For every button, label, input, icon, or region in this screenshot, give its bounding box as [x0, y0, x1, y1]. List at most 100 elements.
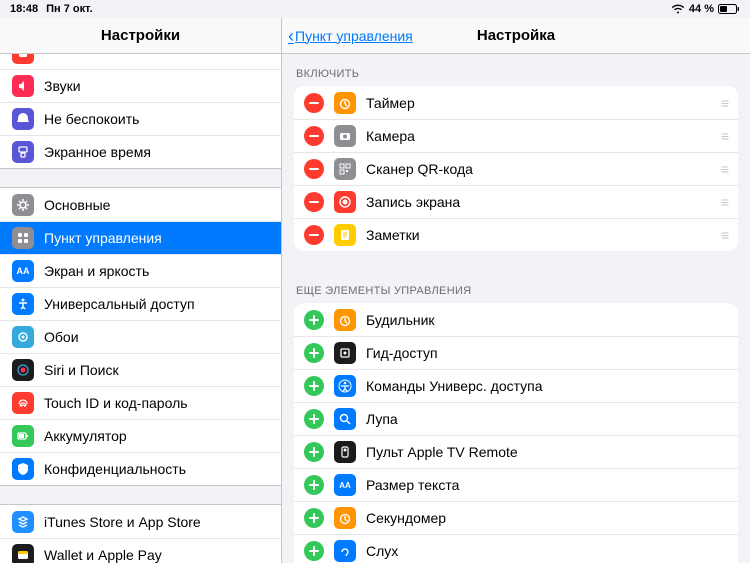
detail-pane: ‹ Пункт управления Настройка Включить Тай…	[282, 18, 750, 563]
sidebar-item-controlcenter[interactable]: Пункт управления	[0, 221, 281, 254]
sidebar-item-label: iTunes Store и App Store	[44, 514, 201, 530]
remove-button[interactable]	[304, 126, 324, 146]
status-time: 18:48	[10, 3, 38, 15]
drag-handle-icon[interactable]: ≡	[721, 95, 728, 111]
sidebar-item-wallet[interactable]: Wallet и Apple Pay	[0, 538, 281, 563]
remove-button[interactable]	[304, 159, 324, 179]
stopwatch-icon	[334, 507, 356, 529]
sidebar-item-label: Аккумулятор	[44, 428, 127, 444]
battery-icon	[718, 4, 740, 14]
sidebar-item-label: Не беспокоить	[44, 111, 139, 127]
textsize-icon: AA	[334, 474, 356, 496]
sidebar-item-label: Wallet и Apple Pay	[44, 547, 162, 563]
itunes-icon	[12, 511, 34, 533]
control-row-guided: Гид-доступ	[294, 336, 738, 369]
sidebar: Настройки Звуки Не беспокоить Экранное вре…	[0, 18, 282, 563]
control-row-qr: Сканер QR-кода≡	[294, 152, 738, 185]
drag-handle-icon[interactable]: ≡	[721, 128, 728, 144]
sidebar-item-label: Звуки	[44, 78, 81, 94]
sidebar-item-touchid[interactable]: Touch ID и код-пароль	[0, 386, 281, 419]
wallpaper-icon	[12, 326, 34, 348]
record-icon	[334, 191, 356, 213]
battery-icon	[12, 425, 34, 447]
general-icon	[12, 194, 34, 216]
timer-icon	[334, 92, 356, 114]
sidebar-item-accessibility[interactable]: Универсальный доступ	[0, 287, 281, 320]
siri-icon	[12, 359, 34, 381]
sidebar-item-label: Обои	[44, 329, 79, 345]
row-label: Будильник	[366, 312, 728, 328]
sidebar-item-screentime[interactable]: Экранное время	[0, 135, 281, 168]
add-button[interactable]	[304, 310, 324, 330]
control-row-notes: Заметки ≡	[294, 218, 738, 251]
remove-button[interactable]	[304, 93, 324, 113]
control-row-record: Запись экрана ≡	[294, 185, 738, 218]
sidebar-item-privacy[interactable]: Конфиденциальность	[0, 452, 281, 485]
sounds-icon	[12, 75, 34, 97]
sidebar-item-sounds[interactable]: Звуки	[0, 69, 281, 102]
control-row-camera: Камера≡	[294, 119, 738, 152]
control-row-magnifier: Лупа	[294, 402, 738, 435]
clip-icon	[12, 54, 34, 64]
sidebar-item-label: Универсальный доступ	[44, 296, 195, 312]
wallet-icon	[12, 544, 34, 563]
status-date: Пн 7 окт.	[46, 3, 92, 15]
sidebar-item-display[interactable]: AA Экран и яркость	[0, 254, 281, 287]
sidebar-item-label: Touch ID и код-пароль	[44, 395, 188, 411]
camera-icon	[334, 125, 356, 147]
control-row-alarm: Будильник	[294, 303, 738, 336]
row-label: Таймер	[366, 95, 711, 111]
control-row-appletv: Пульт Apple TV Remote	[294, 435, 738, 468]
sidebar-title: Настройки	[101, 27, 180, 44]
control-row-textsize: AAРазмер текста	[294, 468, 738, 501]
row-label: Запись экрана	[366, 194, 711, 210]
row-label: Заметки	[366, 227, 711, 243]
remove-button[interactable]	[304, 192, 324, 212]
sidebar-item-label: Экран и яркость	[44, 263, 149, 279]
alarm-icon	[334, 309, 356, 331]
sidebar-item-label: Основные	[44, 197, 110, 213]
sidebar-item-label: Экранное время	[44, 144, 151, 160]
add-button[interactable]	[304, 376, 324, 396]
detail-scroll[interactable]: ВключитьТаймер≡Камера≡Сканер QR-кода≡Зап…	[282, 54, 750, 563]
add-button[interactable]	[304, 475, 324, 495]
sidebar-item-itunes[interactable]: iTunes Store и App Store	[0, 505, 281, 538]
add-button[interactable]	[304, 541, 324, 561]
sidebar-item-siri[interactable]: Siri и Поиск	[0, 353, 281, 386]
touchid-icon	[12, 392, 34, 414]
add-button[interactable]	[304, 409, 324, 429]
row-label: Секундомер	[366, 510, 728, 526]
display-icon: AA	[12, 260, 34, 282]
control-row-hearing: Слух	[294, 534, 738, 563]
sidebar-item-battery[interactable]: Аккумулятор	[0, 419, 281, 452]
sidebar-item-label: Конфиденциальность	[44, 461, 186, 477]
row-label: Слух	[366, 543, 728, 559]
notes-icon	[334, 224, 356, 246]
sidebar-item-label: Пункт управления	[44, 230, 162, 246]
qr-icon	[334, 158, 356, 180]
sidebar-item-dnd[interactable]: Не беспокоить	[0, 102, 281, 135]
control-row-stopwatch: Секундомер	[294, 501, 738, 534]
remove-button[interactable]	[304, 225, 324, 245]
back-button[interactable]: ‹ Пункт управления	[288, 27, 413, 45]
detail-header: ‹ Пункт управления Настройка	[282, 18, 750, 54]
sidebar-scroll[interactable]: Звуки Не беспокоить Экранное время Основные…	[0, 54, 281, 563]
drag-handle-icon[interactable]: ≡	[721, 194, 728, 210]
add-button[interactable]	[304, 343, 324, 363]
controlcenter-icon	[12, 227, 34, 249]
add-button[interactable]	[304, 508, 324, 528]
appletv-icon	[334, 441, 356, 463]
privacy-icon	[12, 458, 34, 480]
drag-handle-icon[interactable]: ≡	[721, 161, 728, 177]
section-header: Еще элементы управления	[282, 271, 750, 303]
add-button[interactable]	[304, 442, 324, 462]
sidebar-item-wallpaper[interactable]: Обои	[0, 320, 281, 353]
sidebar-item-general[interactable]: Основные	[0, 188, 281, 221]
screentime-icon	[12, 141, 34, 163]
row-label: Лупа	[366, 411, 728, 427]
drag-handle-icon[interactable]: ≡	[721, 227, 728, 243]
section-header: Включить	[282, 54, 750, 86]
wifi-icon	[671, 4, 685, 14]
sidebar-item-clip[interactable]	[0, 54, 281, 69]
detail-title: Настройка	[477, 27, 555, 44]
